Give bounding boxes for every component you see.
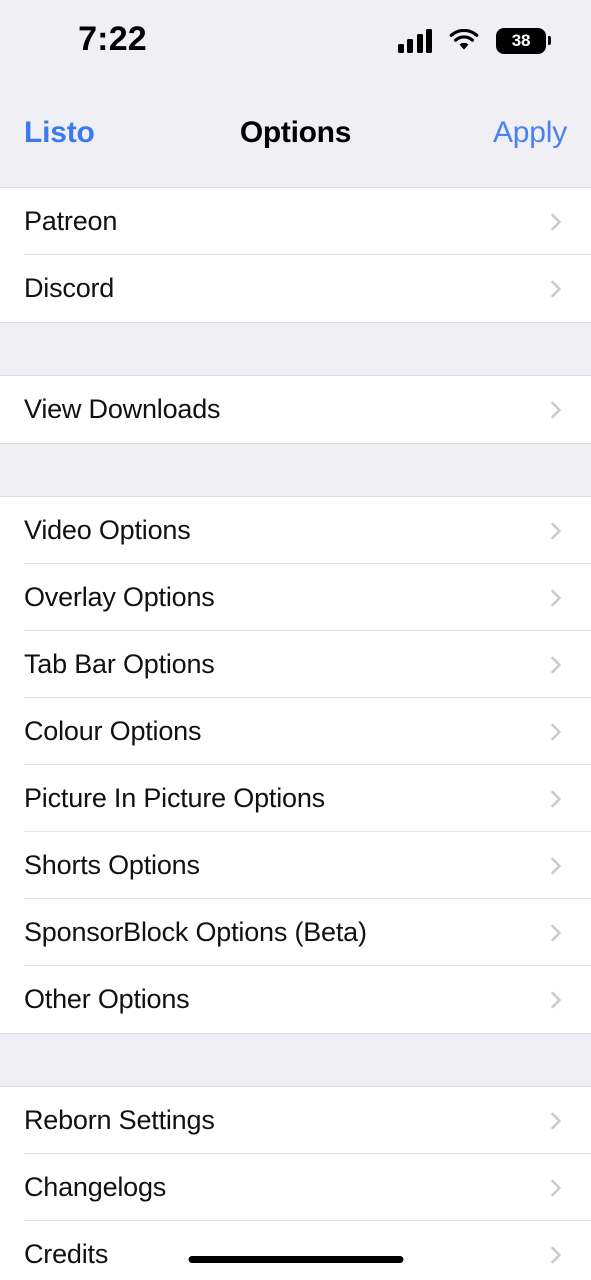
chevron-right-icon bbox=[545, 654, 567, 676]
list-item[interactable]: SponsorBlock Options (Beta) bbox=[0, 899, 591, 966]
list-item-label: Credits bbox=[24, 1239, 109, 1269]
list-item-label: Other Options bbox=[24, 984, 190, 1014]
list-item[interactable]: Shorts Options bbox=[0, 832, 591, 899]
list-item-label: View Downloads bbox=[24, 394, 221, 424]
list-item-label: Picture In Picture Options bbox=[24, 783, 325, 813]
navigation-bar: Listo Options Apply bbox=[0, 78, 591, 188]
chevron-right-icon bbox=[545, 211, 567, 233]
list-item[interactable]: Discord bbox=[0, 255, 591, 322]
status-bar-time: 7:22 bbox=[78, 19, 147, 58]
list-item[interactable]: Credits bbox=[0, 1221, 591, 1280]
section-gap bbox=[0, 322, 591, 376]
apply-button[interactable]: Apply bbox=[493, 116, 567, 150]
list-item-label: Tab Bar Options bbox=[24, 649, 215, 679]
settings-section-links: Patreon Discord bbox=[0, 188, 591, 322]
back-button[interactable]: Listo bbox=[24, 116, 95, 150]
chevron-right-icon bbox=[545, 399, 567, 421]
list-item-label: Discord bbox=[24, 273, 115, 303]
status-bar: 7:22 38 bbox=[0, 0, 591, 78]
section-gap bbox=[0, 443, 591, 497]
list-item[interactable]: Overlay Options bbox=[0, 564, 591, 631]
chevron-right-icon bbox=[545, 520, 567, 542]
settings-list: Patreon Discord View Downloads Video Option… bbox=[0, 188, 591, 1280]
chevron-right-icon bbox=[545, 1110, 567, 1132]
list-item-label: Changelogs bbox=[24, 1172, 167, 1202]
list-item-label: Video Options bbox=[24, 515, 191, 545]
settings-section-downloads: View Downloads bbox=[0, 376, 591, 443]
list-item[interactable]: Colour Options bbox=[0, 698, 591, 765]
list-item[interactable]: View Downloads bbox=[0, 376, 591, 443]
battery-icon: 38 bbox=[496, 27, 551, 54]
wifi-icon bbox=[449, 29, 479, 52]
chevron-right-icon bbox=[545, 1244, 567, 1266]
list-item-label: Shorts Options bbox=[24, 850, 200, 880]
list-item-label: SponsorBlock Options (Beta) bbox=[24, 917, 367, 947]
chevron-right-icon bbox=[545, 721, 567, 743]
chevron-right-icon bbox=[545, 1177, 567, 1199]
chevron-right-icon bbox=[545, 922, 567, 944]
list-item[interactable]: Other Options bbox=[0, 966, 591, 1033]
section-gap bbox=[0, 1033, 591, 1087]
chevron-right-icon bbox=[545, 989, 567, 1011]
settings-section-about: Reborn Settings Changelogs Credits bbox=[0, 1087, 591, 1280]
list-item-label: Patreon bbox=[24, 206, 118, 236]
list-item[interactable]: Tab Bar Options bbox=[0, 631, 591, 698]
list-item[interactable]: Reborn Settings bbox=[0, 1087, 591, 1154]
battery-percent-label: 38 bbox=[511, 31, 531, 50]
list-item[interactable]: Picture In Picture Options bbox=[0, 765, 591, 832]
battery-cap bbox=[548, 36, 551, 45]
chevron-right-icon bbox=[545, 278, 567, 300]
list-item[interactable]: Video Options bbox=[0, 497, 591, 564]
settings-section-options: Video Options Overlay Options Tab Bar Opti… bbox=[0, 497, 591, 1033]
list-item[interactable]: Changelogs bbox=[0, 1154, 591, 1221]
list-item-label: Colour Options bbox=[24, 716, 202, 746]
chevron-right-icon bbox=[545, 788, 567, 810]
phone-screen: 7:22 38 Listo Options Apply Patreon Disc… bbox=[0, 0, 591, 1280]
home-indicator[interactable] bbox=[188, 1256, 403, 1263]
list-item-label: Reborn Settings bbox=[24, 1105, 215, 1135]
chevron-right-icon bbox=[545, 587, 567, 609]
list-item[interactable]: Patreon bbox=[0, 188, 591, 255]
chevron-right-icon bbox=[545, 855, 567, 877]
status-bar-indicators: 38 bbox=[397, 25, 551, 54]
cellular-signal-icon bbox=[397, 28, 432, 53]
list-item-label: Overlay Options bbox=[24, 582, 215, 612]
